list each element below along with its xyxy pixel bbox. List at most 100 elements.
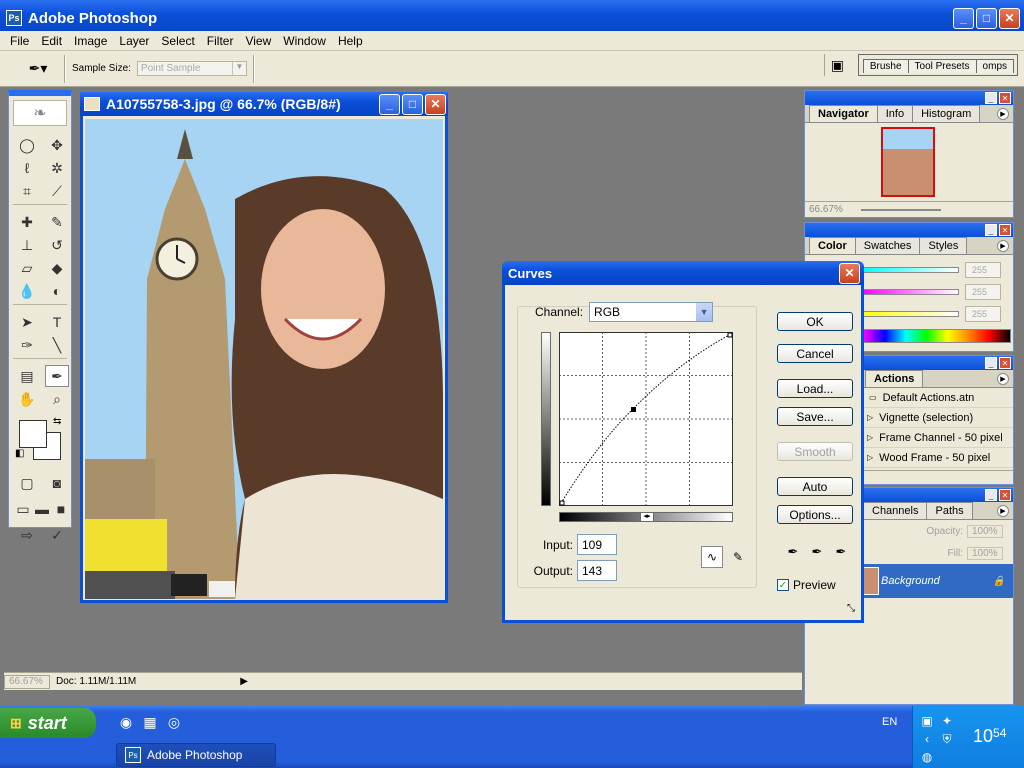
pen-tool-icon[interactable]: ✑ — [15, 334, 39, 356]
eyedropper-tool-icon[interactable]: ✒ — [45, 365, 69, 387]
input-value-field[interactable]: 109 — [577, 534, 617, 555]
expand-triangle-icon[interactable]: ▷ — [867, 433, 873, 442]
quick-mask-mode-icon[interactable]: ◙ — [45, 472, 69, 494]
path-selection-tool-icon[interactable]: ➤ — [15, 311, 39, 333]
navigator-zoom-slider[interactable] — [860, 208, 941, 211]
preview-checkbox[interactable]: ✓ Preview — [777, 578, 836, 592]
menu-select[interactable]: Select — [155, 34, 200, 48]
opera-icon[interactable]: ◎ — [164, 712, 184, 732]
cancel-button[interactable]: Cancel — [777, 344, 853, 363]
brush-tool-icon[interactable]: ✎ — [45, 211, 69, 233]
menu-file[interactable]: File — [4, 34, 35, 48]
dodge-tool-icon[interactable]: ◐ — [45, 280, 69, 302]
curve-point-tool-icon[interactable]: ∿ — [701, 546, 723, 568]
load-button[interactable]: Load... — [777, 379, 853, 398]
palette-minimize-button[interactable]: _ — [985, 224, 997, 236]
swap-colors-icon[interactable]: ⇆ — [53, 416, 61, 427]
maximize-button[interactable]: □ — [976, 7, 997, 29]
lasso-tool-icon[interactable]: ℓ — [15, 157, 39, 179]
opacity-input[interactable]: 100% — [967, 524, 1003, 538]
gray-eyedropper-icon[interactable]: ✒ — [805, 542, 829, 562]
curves-close-button[interactable]: ✕ — [839, 262, 860, 284]
options-button[interactable]: Options... — [777, 505, 853, 524]
navigator-zoom[interactable]: 66.67% — [809, 204, 843, 215]
palette-well-tab-tool-presets[interactable]: Tool Presets — [907, 59, 977, 73]
tab-color[interactable]: Color — [809, 237, 856, 254]
show-hidden-icons-icon[interactable]: ‹ — [917, 730, 937, 748]
palette-menu-icon[interactable]: ▶ — [997, 108, 1009, 120]
jump-to-imageready-icon[interactable]: ⇨ — [15, 524, 39, 546]
healing-brush-tool-icon[interactable]: ✚ — [15, 211, 39, 233]
navigator-thumbnail[interactable] — [881, 127, 935, 197]
doc-close-button[interactable]: ✕ — [425, 93, 446, 115]
palette-menu-icon[interactable]: ▶ — [997, 505, 1009, 517]
expand-triangle-icon[interactable]: ▷ — [867, 453, 873, 462]
black-eyedropper-icon[interactable]: ✒ — [781, 542, 805, 562]
green-slider[interactable] — [863, 289, 959, 295]
menu-filter[interactable]: Filter — [201, 34, 240, 48]
eraser-tool-icon[interactable]: ▱ — [15, 257, 39, 279]
palette-close-button[interactable]: ✕ — [999, 92, 1011, 104]
expand-graph-icon[interactable]: ⤡ — [847, 603, 855, 614]
palette-menu-icon[interactable]: ▶ — [997, 240, 1009, 252]
curves-title-bar[interactable]: Curves ✕ — [502, 261, 864, 285]
security-shield-icon[interactable]: ⛨ — [937, 730, 957, 748]
menu-edit[interactable]: Edit — [35, 34, 68, 48]
ok-button[interactable]: OK — [777, 312, 853, 331]
palette-minimize-button[interactable]: _ — [985, 357, 997, 369]
marquee-tool-icon[interactable]: ◯ — [15, 134, 39, 156]
red-slider[interactable] — [863, 267, 959, 273]
tab-swatches[interactable]: Swatches — [854, 237, 921, 254]
menu-window[interactable]: Window — [277, 34, 332, 48]
tray-app-icon[interactable]: ✦ — [937, 712, 957, 730]
eyedropper-preset-icon[interactable]: ✒▾ — [18, 55, 58, 83]
doc-minimize-button[interactable]: _ — [379, 93, 400, 115]
file-browser-icon[interactable]: ▣ — [823, 54, 846, 76]
type-tool-icon[interactable]: T — [45, 311, 69, 333]
menu-view[interactable]: View — [239, 34, 277, 48]
menu-help[interactable]: Help — [332, 34, 369, 48]
tab-actions[interactable]: Actions — [865, 370, 924, 387]
full-screen-menu-mode-icon[interactable]: ▬ — [34, 498, 50, 520]
color-spectrum[interactable] — [863, 329, 1011, 343]
sample-size-select[interactable]: Point Sample ▼ — [136, 61, 247, 76]
fill-input[interactable]: 100% — [967, 546, 1003, 560]
palette-close-button[interactable]: ✕ — [999, 489, 1011, 501]
clone-stamp-tool-icon[interactable]: ⊥ — [15, 234, 39, 256]
palette-close-button[interactable]: ✕ — [999, 357, 1011, 369]
close-button[interactable]: ✕ — [999, 7, 1020, 29]
output-value-field[interactable]: 143 — [577, 560, 617, 581]
move-tool-icon[interactable]: ✥ — [45, 134, 69, 156]
crop-tool-icon[interactable]: ⌗ — [15, 180, 39, 202]
history-brush-tool-icon[interactable]: ↺ — [45, 234, 69, 256]
language-indicator[interactable]: EN — [882, 716, 897, 728]
start-button[interactable]: ⊞ start — [0, 708, 96, 738]
pencil-tool-icon[interactable]: ✎ — [727, 546, 749, 568]
foreground-color-swatch[interactable] — [19, 420, 47, 448]
clock[interactable]: 1054 — [973, 726, 1006, 747]
save-button[interactable]: Save... — [777, 407, 853, 426]
smooth-button[interactable]: Smooth — [777, 442, 853, 461]
palette-well-tab-brushes[interactable]: Brushe — [862, 59, 909, 73]
expand-triangle-icon[interactable]: ▷ — [867, 413, 873, 422]
line-tool-icon[interactable]: ╲ — [45, 334, 69, 356]
auto-button[interactable]: Auto — [777, 477, 853, 496]
slice-tool-icon[interactable]: ⟋ — [45, 180, 69, 202]
network-icon[interactable]: ▣ — [917, 712, 937, 730]
zoom-tool-icon[interactable]: ⌕ — [45, 388, 69, 410]
palette-minimize-button[interactable]: _ — [985, 489, 997, 501]
menu-layer[interactable]: Layer — [113, 34, 155, 48]
palette-well-tab-comps[interactable]: omps — [975, 59, 1014, 73]
palette-minimize-button[interactable]: _ — [985, 92, 997, 104]
full-screen-mode-icon[interactable]: ■ — [53, 498, 69, 520]
tab-channels[interactable]: Channels — [863, 502, 928, 519]
green-value[interactable]: 255 — [965, 284, 1001, 300]
minimize-button[interactable]: _ — [953, 7, 974, 29]
doc-maximize-button[interactable]: □ — [402, 93, 423, 115]
red-value[interactable]: 255 — [965, 262, 1001, 278]
blue-value[interactable]: 255 — [965, 306, 1001, 322]
notes-tool-icon[interactable]: ▤ — [15, 365, 39, 387]
hand-tool-icon[interactable]: ✋ — [15, 388, 39, 410]
taskbar-item-photoshop[interactable]: Ps Adobe Photoshop — [116, 743, 276, 767]
imageready-icon[interactable]: ✓ — [45, 524, 69, 546]
